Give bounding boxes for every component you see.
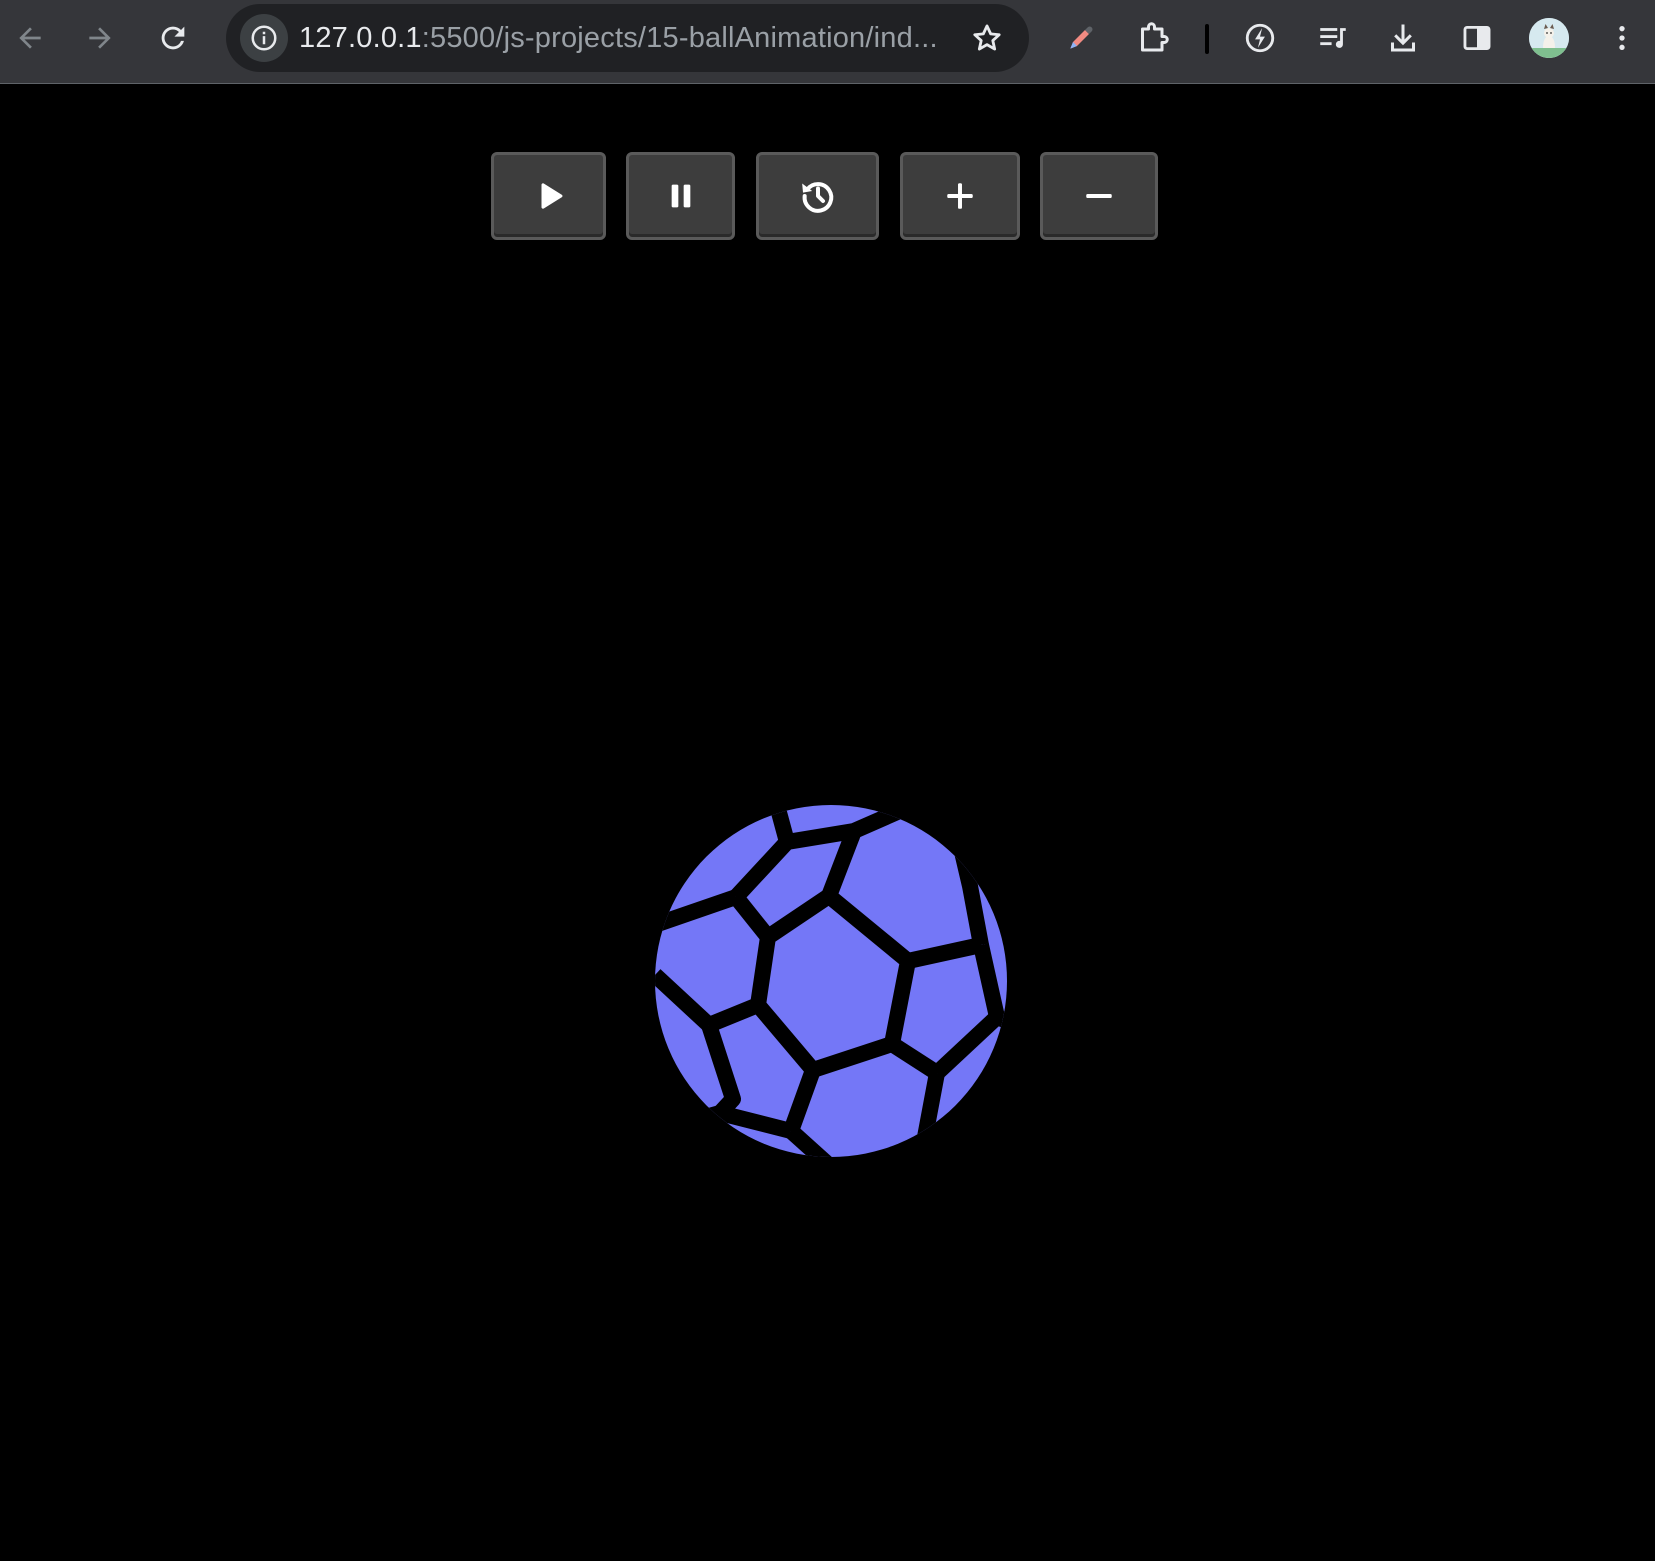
play-icon: [541, 183, 562, 209]
reset-button[interactable]: [756, 152, 879, 240]
site-info-icon[interactable]: [240, 14, 288, 62]
minus-icon: [1086, 194, 1112, 198]
side-panel-icon[interactable]: [1449, 10, 1505, 66]
bookmark-star-icon[interactable]: [967, 18, 1007, 58]
soccer-ball-icon: [655, 805, 1007, 1157]
back-arrow-icon[interactable]: [2, 10, 58, 66]
profile-avatar[interactable]: [1529, 18, 1569, 58]
extensions-puzzle-icon[interactable]: [1125, 10, 1181, 66]
history-icon: [801, 182, 833, 213]
pause-button[interactable]: [626, 152, 735, 240]
forward-arrow-icon[interactable]: [72, 10, 128, 66]
download-icon[interactable]: [1375, 10, 1431, 66]
reload-icon[interactable]: [145, 10, 201, 66]
toolbar-divider: [1205, 24, 1209, 54]
plus-icon: [947, 183, 973, 209]
lightning-extension-icon[interactable]: [1232, 10, 1288, 66]
url-path: :5500/js-projects/15-ballAnimation/ind..…: [421, 22, 938, 54]
url-text[interactable]: 127.0.0.1:5500/js-projects/15-ballAnimat…: [299, 4, 938, 72]
address-bar[interactable]: 127.0.0.1:5500/js-projects/15-ballAnimat…: [226, 4, 1029, 72]
url-host: 127.0.0.1: [299, 22, 422, 54]
kebab-menu-icon[interactable]: [1594, 10, 1650, 66]
browser-toolbar: 127.0.0.1:5500/js-projects/15-ballAnimat…: [0, 0, 1655, 84]
speed-up-button[interactable]: [900, 152, 1020, 240]
color-picker-extension-icon[interactable]: [1053, 10, 1109, 66]
play-button[interactable]: [491, 152, 606, 240]
pause-icon: [671, 184, 690, 208]
slow-down-button[interactable]: [1040, 152, 1158, 240]
media-queue-icon[interactable]: [1305, 10, 1361, 66]
